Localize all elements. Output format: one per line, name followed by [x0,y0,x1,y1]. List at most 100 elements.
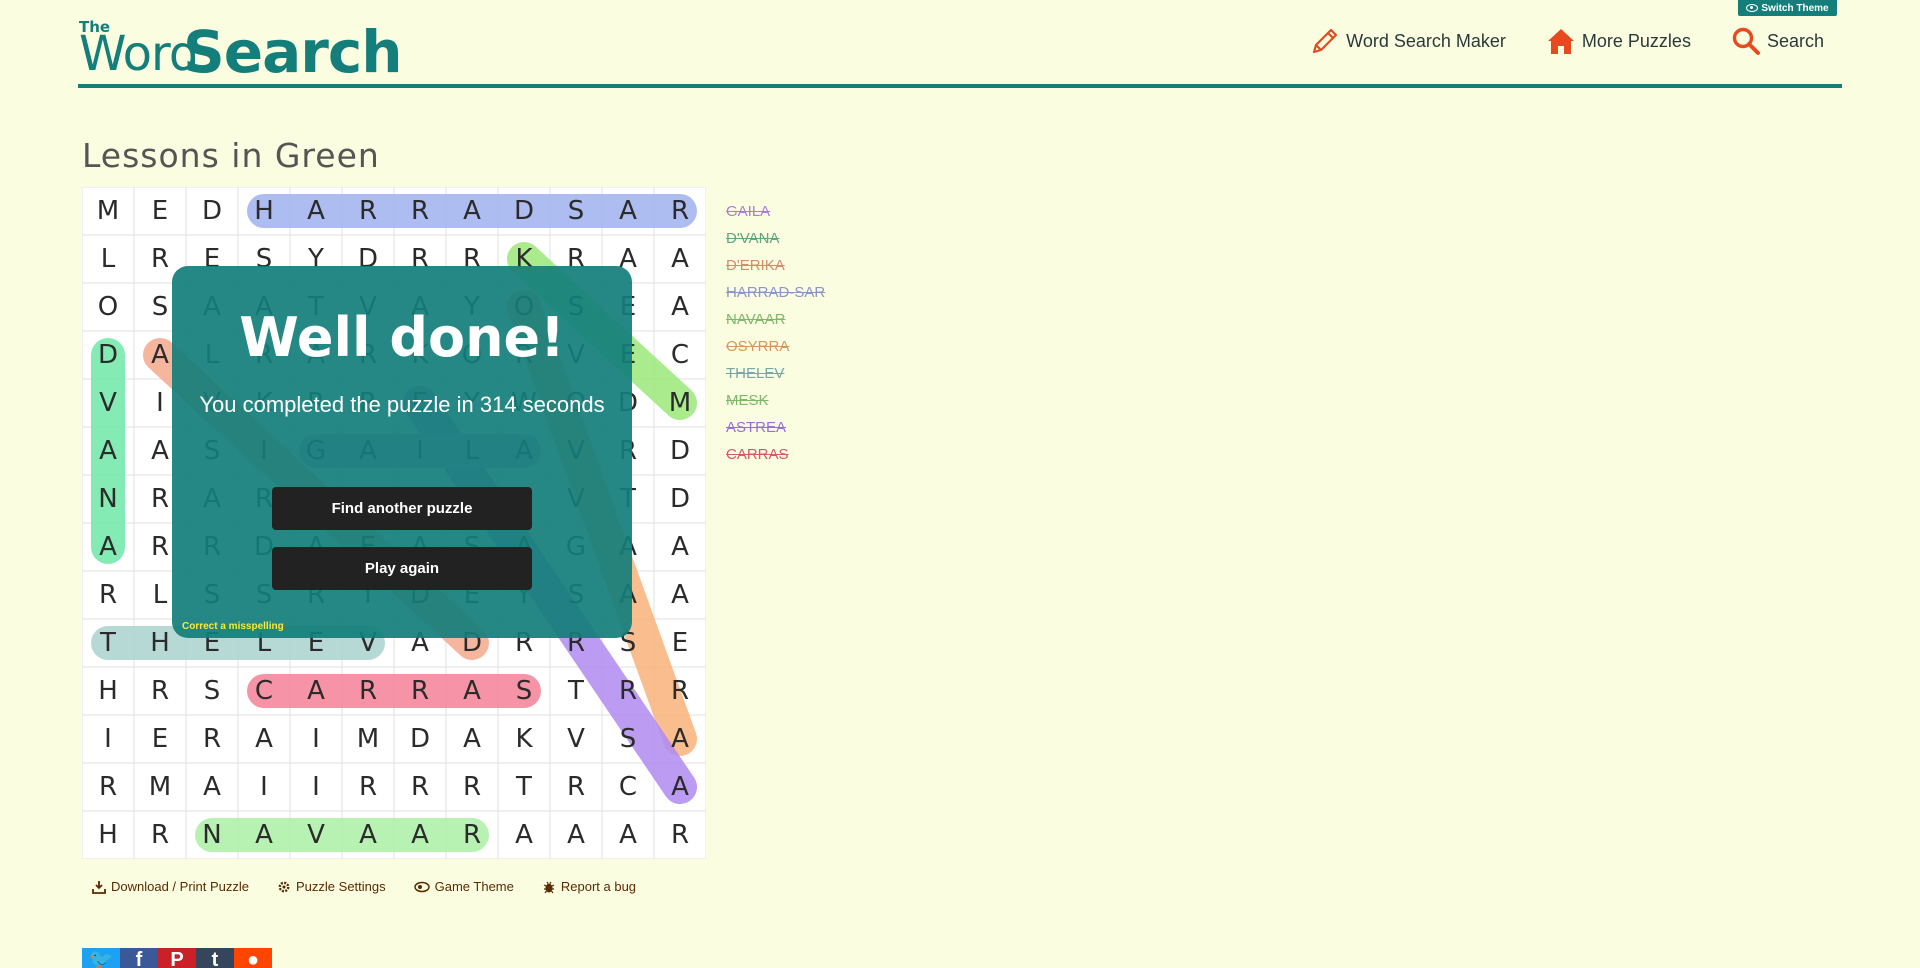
grid-cell[interactable]: R [394,187,446,235]
switch-theme-button[interactable]: Switch Theme [1738,0,1837,16]
grid-cell[interactable]: E [134,715,186,763]
facebook-icon[interactable]: f [120,948,158,968]
grid-cell[interactable]: A [290,187,342,235]
found-word: HARRAD-SAR [726,284,826,301]
grid-cell[interactable]: H [82,811,134,859]
grid-cell[interactable]: M [134,763,186,811]
grid-cell[interactable]: A [602,187,654,235]
grid-cell[interactable]: R [134,667,186,715]
grid-cell[interactable]: R [342,763,394,811]
word-list: GAILA D'VANA D'ERIKA HARRAD-SAR NAVAAR OSYRRA… [726,201,825,471]
grid-cell[interactable]: E [134,187,186,235]
grid-cell[interactable]: A [550,811,602,859]
grid-cell[interactable]: A [654,715,706,763]
grid-cell[interactable]: T [550,667,602,715]
grid-cell[interactable]: D [186,187,238,235]
grid-cell[interactable]: V [550,715,602,763]
reddit-icon[interactable]: ● [234,948,272,968]
grid-cell[interactable]: R [446,763,498,811]
grid-cell[interactable]: A [654,571,706,619]
grid-cell[interactable]: A [602,811,654,859]
grid-cell[interactable]: V [82,379,134,427]
found-word: D'ERIKA [726,257,785,274]
correct-misspelling-link[interactable]: Correct a misspelling [182,621,284,632]
grid-cell[interactable]: R [82,763,134,811]
grid-cell[interactable]: A [186,763,238,811]
grid-cell[interactable]: O [82,283,134,331]
grid-cell[interactable]: R [342,667,394,715]
grid-cell[interactable]: T [82,619,134,667]
grid-cell[interactable]: A [82,523,134,571]
grid-cell[interactable]: R [654,667,706,715]
puzzle-settings-button[interactable]: Puzzle Settings [277,879,386,894]
grid-cell[interactable]: C [602,763,654,811]
grid-cell[interactable]: A [654,283,706,331]
grid-cell[interactable]: A [446,667,498,715]
grid-cell[interactable]: R [394,763,446,811]
grid-cell[interactable]: A [290,667,342,715]
grid-cell[interactable]: N [82,475,134,523]
grid-cell[interactable]: A [82,427,134,475]
grid-cell[interactable]: M [342,715,394,763]
tool-label: Download / Print Puzzle [111,879,250,894]
grid-cell[interactable]: D [498,187,550,235]
grid-cell[interactable]: A [498,811,550,859]
grid-cell[interactable]: I [290,763,342,811]
grid-cell[interactable]: H [82,667,134,715]
grid-cell[interactable]: R [82,571,134,619]
logo-search: Search [183,18,403,86]
find-another-puzzle-button[interactable]: Find another puzzle [272,487,532,530]
grid-cell[interactable]: A [238,715,290,763]
grid-cell[interactable]: R [394,667,446,715]
grid-cell[interactable]: D [654,427,706,475]
grid-cell[interactable]: S [186,667,238,715]
grid-cell[interactable]: A [238,811,290,859]
grid-cell[interactable]: K [498,715,550,763]
twitter-icon[interactable]: 🐦 [82,948,120,968]
grid-cell[interactable]: R [550,763,602,811]
grid-cell[interactable]: A [654,235,706,283]
grid-cell[interactable]: E [654,619,706,667]
grid-cell[interactable]: D [654,475,706,523]
grid-cell[interactable]: I [290,715,342,763]
nav-word-search-maker[interactable]: Word Search Maker [1310,26,1506,56]
grid-cell[interactable]: R [342,187,394,235]
grid-cell[interactable]: A [654,763,706,811]
nav-more-puzzles[interactable]: More Puzzles [1546,26,1691,56]
tumblr-icon[interactable]: t [196,948,234,968]
pinterest-icon[interactable]: P [158,948,196,968]
grid-cell[interactable]: I [238,763,290,811]
game-theme-button[interactable]: Game Theme [413,879,514,894]
grid-cell[interactable]: M [654,379,706,427]
grid-cell[interactable]: S [550,187,602,235]
grid-cell[interactable]: S [602,715,654,763]
grid-cell[interactable]: M [82,187,134,235]
grid-cell[interactable]: R [602,667,654,715]
grid-cell[interactable]: S [498,667,550,715]
grid-cell[interactable]: I [82,715,134,763]
grid-cell[interactable]: R [446,811,498,859]
grid-cell[interactable]: N [186,811,238,859]
nav-search[interactable]: Search [1731,26,1824,56]
grid-cell[interactable]: R [654,811,706,859]
play-again-button[interactable]: Play again [272,547,532,590]
grid-cell[interactable]: C [654,331,706,379]
grid-cell[interactable]: R [186,715,238,763]
report-bug-button[interactable]: Report a bug [542,879,636,894]
grid-cell[interactable]: A [394,811,446,859]
grid-cell[interactable]: C [238,667,290,715]
grid-cell[interactable]: A [342,811,394,859]
grid-cell[interactable]: H [238,187,290,235]
grid-cell[interactable]: T [498,763,550,811]
grid-cell[interactable]: R [654,187,706,235]
grid-cell[interactable]: R [134,811,186,859]
download-print-button[interactable]: Download / Print Puzzle [92,879,249,894]
grid-cell[interactable]: A [446,715,498,763]
grid-cell[interactable]: D [394,715,446,763]
grid-cell[interactable]: A [654,523,706,571]
tool-label: Puzzle Settings [296,879,386,894]
grid-cell[interactable]: L [82,235,134,283]
grid-cell[interactable]: D [82,331,134,379]
grid-cell[interactable]: A [446,187,498,235]
grid-cell[interactable]: V [290,811,342,859]
